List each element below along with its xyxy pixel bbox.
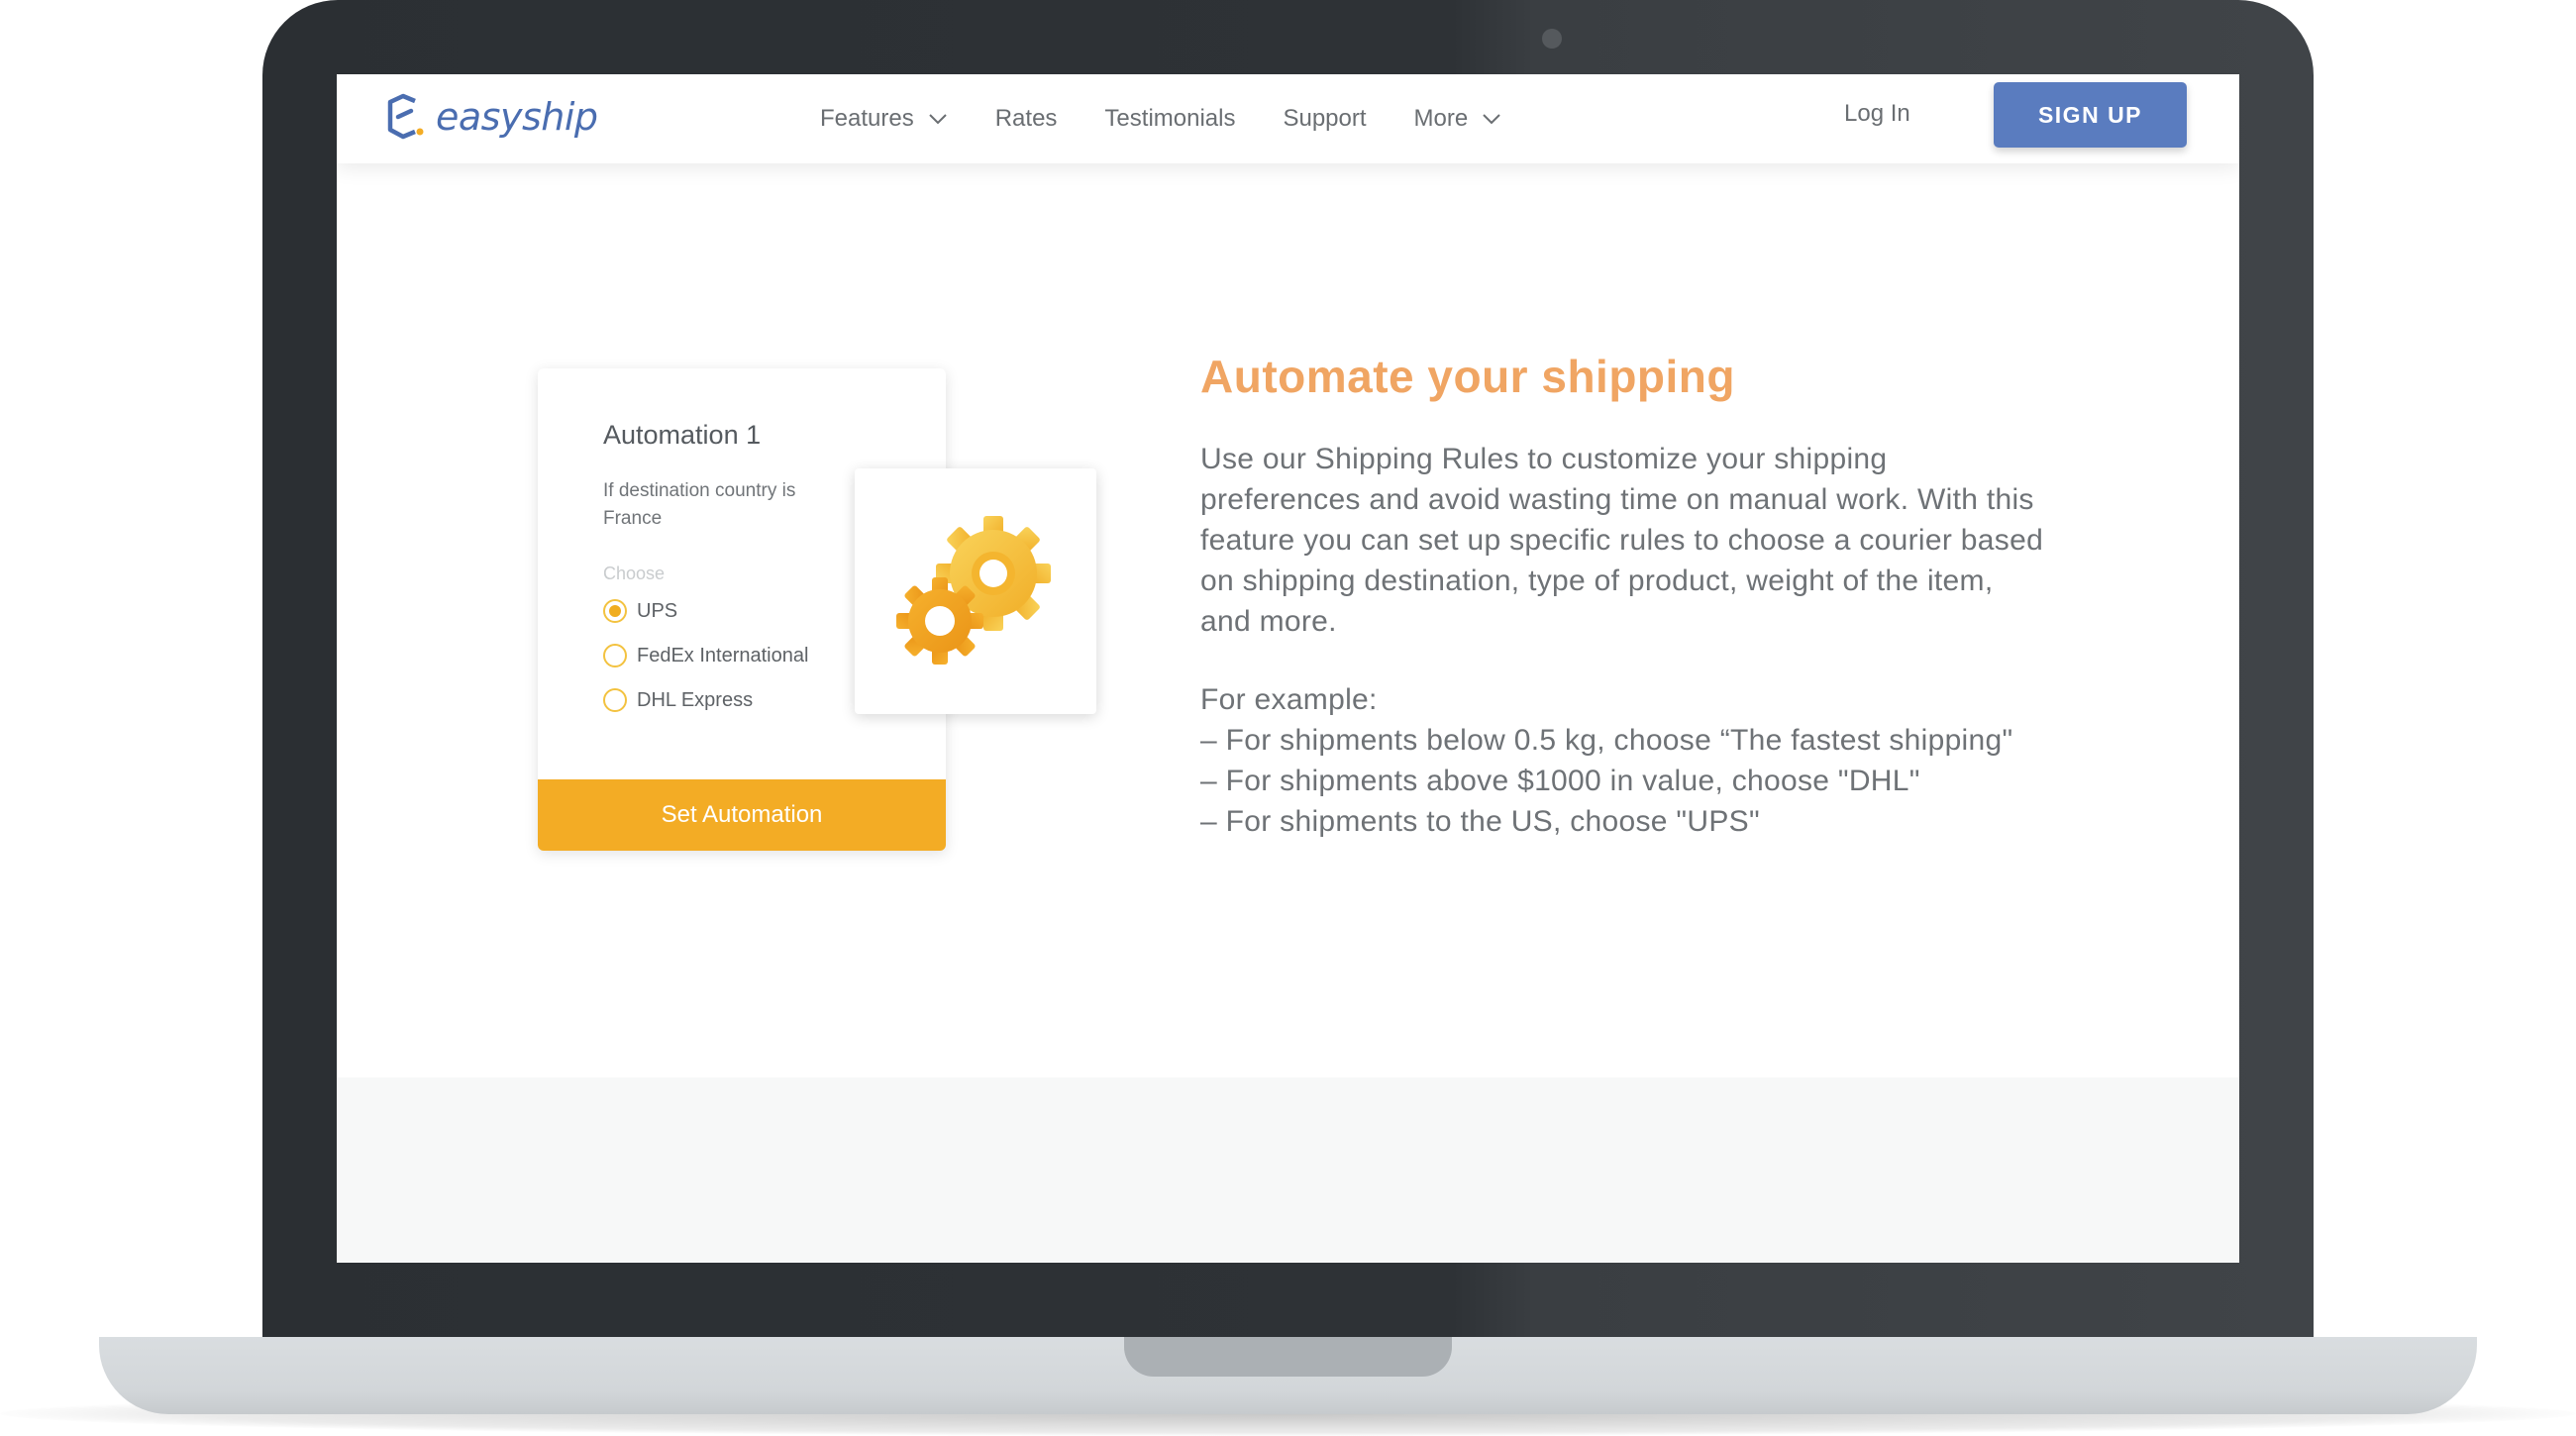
signup-button[interactable]: SIGN UP — [1994, 82, 2187, 148]
main-nav: Features Rates Testimonials Support More — [820, 74, 1549, 163]
example-item: – For shipments below 0.5 kg, choose “Th… — [1200, 724, 2013, 757]
courier-option-ups[interactable]: UPS — [603, 599, 677, 623]
nav-item-rates[interactable]: Rates — [995, 105, 1058, 133]
laptop-notch — [1124, 1337, 1452, 1377]
laptop-mockup: easyship Features Rates Testimonials Sup… — [0, 0, 2576, 1436]
browser-screen: easyship Features Rates Testimonials Sup… — [337, 74, 2239, 1263]
nav-item-label: Features — [820, 105, 914, 132]
camera-icon — [1542, 29, 1562, 49]
choose-label: Choose — [603, 564, 666, 583]
navbar: easyship Features Rates Testimonials Sup… — [337, 74, 2239, 163]
gears-icon — [896, 516, 1051, 665]
gears-card — [855, 468, 1096, 714]
chevron-down-icon — [1483, 114, 1500, 125]
nav-item-label: Support — [1283, 105, 1367, 132]
option-label: UPS — [637, 599, 678, 622]
radio-unselected[interactable] — [603, 644, 627, 667]
set-automation-button[interactable]: Set Automation — [538, 779, 946, 851]
nav-item-label: More — [1413, 105, 1469, 132]
examples-list: For example: – For shipments below 0.5 k… — [1200, 679, 2052, 842]
nav-item-label: Testimonials — [1104, 105, 1236, 132]
radio-unselected[interactable] — [603, 688, 627, 712]
automation-title: Automation 1 — [603, 420, 762, 450]
feature-headline: Automate your shipping — [1200, 351, 1735, 402]
courier-option-dhl[interactable]: DHL Express — [603, 688, 753, 712]
nav-item-features[interactable]: Features — [820, 105, 948, 133]
nav-item-label: Rates — [994, 105, 1058, 132]
example-item: – For shipments above $1000 in value, ch… — [1200, 765, 1920, 797]
chevron-down-icon — [929, 114, 947, 125]
logo[interactable]: easyship — [384, 92, 598, 142]
option-label: DHL Express — [637, 688, 754, 711]
easyship-logo-icon — [387, 93, 424, 140]
nav-item-more[interactable]: More — [1414, 105, 1502, 133]
feature-description: Use our Shipping Rules to customize your… — [1200, 443, 2044, 638]
logo-text: easyship — [436, 95, 598, 139]
automation-condition: If destination country is France — [603, 480, 796, 529]
courier-option-fedex[interactable]: FedEx International — [603, 644, 808, 667]
example-item: – For shipments to the US, choose "UPS" — [1200, 805, 1760, 838]
login-link[interactable]: Log In — [1844, 100, 1910, 128]
examples-intro: For example: — [1200, 683, 1378, 716]
nav-item-support[interactable]: Support — [1283, 105, 1366, 133]
footer-band — [337, 1077, 2239, 1263]
option-label: FedEx International — [637, 644, 809, 667]
radio-selected[interactable] — [603, 599, 627, 623]
nav-item-testimonials[interactable]: Testimonials — [1104, 105, 1235, 133]
